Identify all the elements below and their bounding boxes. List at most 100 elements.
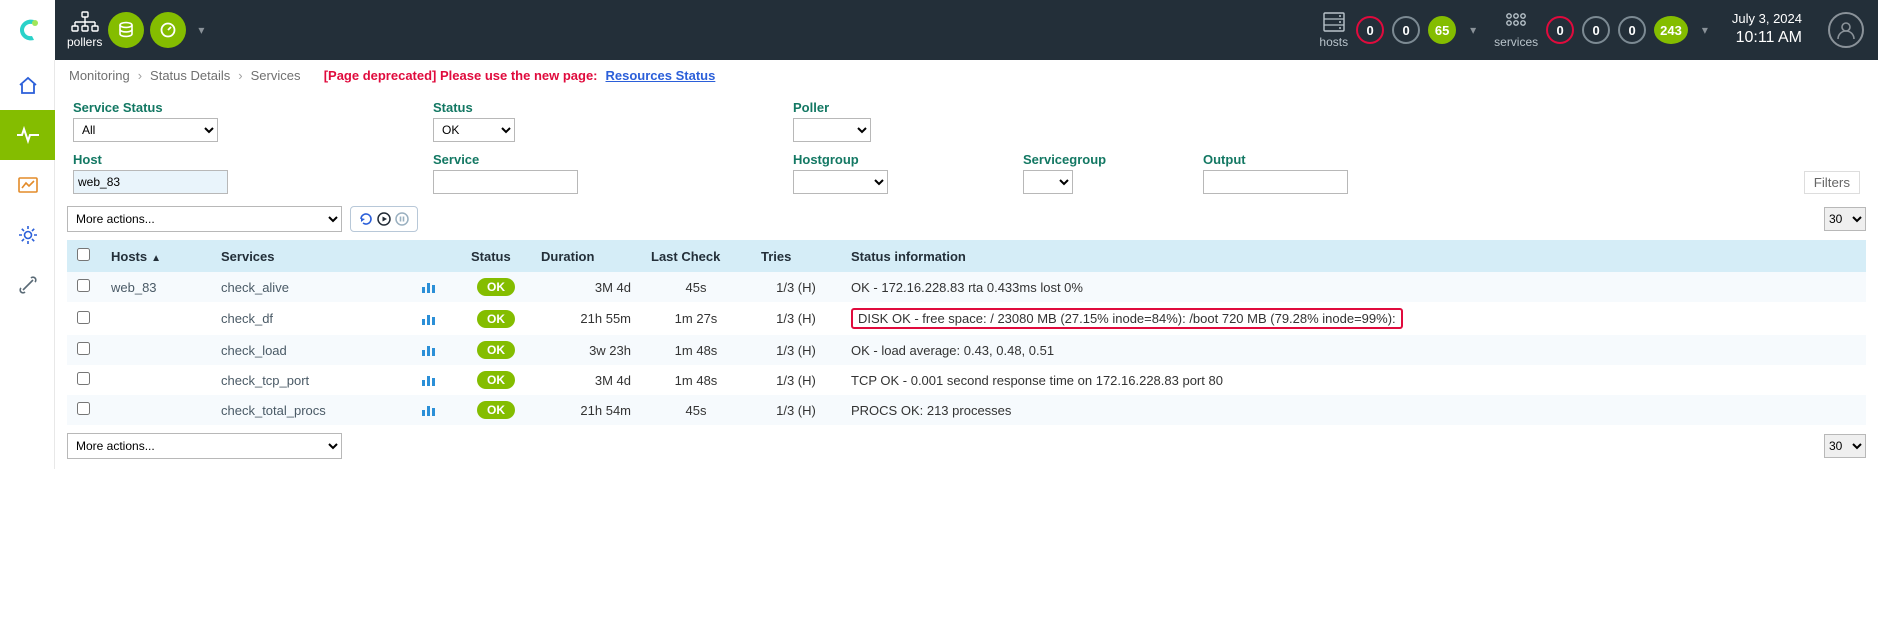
user-menu[interactable] [1828,12,1864,48]
time: 10:11 AM [1732,28,1802,49]
status-select[interactable]: OK [433,118,515,142]
graph-icon[interactable] [421,373,451,387]
date: July 3, 2024 [1732,11,1802,28]
latency-icon[interactable] [150,12,186,48]
logo[interactable] [0,0,55,60]
more-actions-select-bottom[interactable]: More actions... [67,433,342,459]
hosts-counters[interactable]: hosts 0 0 65 ▾ [1319,11,1476,49]
status-info-cell: OK - 172.16.228.83 rta 0.433ms lost 0% [841,272,1866,302]
sidebar-reports[interactable] [0,160,55,210]
sidebar-admin[interactable] [0,260,55,310]
network-icon [71,11,99,33]
refresh-icon[interactable] [357,210,375,228]
service-status-select[interactable]: All [73,118,218,142]
col-status[interactable]: Status [461,240,531,272]
service-link[interactable]: check_alive [221,280,289,295]
status-info-highlight: DISK OK - free space: / 23080 MB (27.15%… [851,308,1403,329]
hosts-down-count[interactable]: 0 [1356,16,1384,44]
deprecation-warning: [Page deprecated] Please use the new pag… [324,68,598,83]
select-all-checkbox[interactable] [77,248,90,261]
row-checkbox[interactable] [77,279,90,292]
resources-status-link[interactable]: Resources Status [606,68,716,83]
graph-icon[interactable] [421,280,451,294]
last-check-cell: 1m 48s [641,335,751,365]
graph-icon[interactable] [421,343,451,357]
hostgroup-select[interactable] [793,170,888,194]
svc-critical-count[interactable]: 0 [1546,16,1574,44]
tries-cell: 1/3 (H) [751,365,841,395]
poller-label: Poller [793,100,1023,115]
graph-icon[interactable] [421,312,451,326]
pollers-label: pollers [67,35,102,49]
chevron-down-icon[interactable]: ▾ [1470,23,1476,37]
host-link[interactable]: web_83 [111,280,157,295]
tries-cell: 1/3 (H) [751,335,841,365]
col-services[interactable]: Services [211,240,411,272]
service-input[interactable] [433,170,578,194]
sidebar-home[interactable] [0,60,55,110]
row-checkbox[interactable] [77,402,90,415]
filters-panel: Service Status All Host Status OK Servic… [55,92,1878,202]
svc-warn-count[interactable]: 0 [1582,16,1610,44]
host-label: Host [73,152,433,167]
status-label: Status [433,100,793,115]
tries-cell: 1/3 (H) [751,395,841,425]
table-row: check_tcp_portOK3M 4d1m 48s1/3 (H)TCP OK… [67,365,1866,395]
svc-ok-count[interactable]: 243 [1654,16,1688,44]
sidebar-monitoring[interactable] [0,110,55,160]
servicegroup-select[interactable] [1023,170,1073,194]
duration-cell: 21h 55m [531,302,641,335]
col-hosts[interactable]: Hosts▲ [101,240,211,272]
graph-icon[interactable] [421,403,451,417]
row-checkbox[interactable] [77,342,90,355]
bc-services[interactable]: Services [251,68,301,83]
table-row: web_83check_aliveOK3M 4d45s1/3 (H)OK - 1… [67,272,1866,302]
tries-cell: 1/3 (H) [751,302,841,335]
service-label: Service [433,152,793,167]
col-status-info[interactable]: Status information [841,240,1866,272]
services-counters[interactable]: services 0 0 0 243 ▾ [1494,11,1708,49]
database-icon[interactable] [108,12,144,48]
filters-button[interactable]: Filters [1804,171,1860,194]
hostgroup-label: Hostgroup [793,152,1023,167]
page-size-select[interactable]: 30 [1824,207,1866,231]
col-tries[interactable]: Tries [751,240,841,272]
status-info-cell: TCP OK - 0.001 second response time on 1… [841,365,1866,395]
status-badge: OK [477,371,515,389]
duration-cell: 3M 4d [531,272,641,302]
page-size-select-bottom[interactable]: 30 [1824,434,1866,458]
chevron-down-icon[interactable]: ▾ [198,23,204,37]
table-row: check_loadOK3w 23h1m 48s1/3 (H)OK - load… [67,335,1866,365]
play-icon[interactable] [375,210,393,228]
bc-monitoring[interactable]: Monitoring [69,68,130,83]
svc-unknown-count[interactable]: 0 [1618,16,1646,44]
service-link[interactable]: check_total_procs [221,403,326,418]
sidebar [0,60,55,469]
col-last-check[interactable]: Last Check [641,240,751,272]
output-input[interactable] [1203,170,1348,194]
col-duration[interactable]: Duration [531,240,641,272]
hosts-unreach-count[interactable]: 0 [1392,16,1420,44]
host-input[interactable] [73,170,228,194]
table-row: check_total_procsOK21h 54m45s1/3 (H)PROC… [67,395,1866,425]
grid-icon [1504,11,1528,33]
poller-select[interactable] [793,118,871,142]
hosts-up-count[interactable]: 65 [1428,16,1456,44]
row-checkbox[interactable] [77,372,90,385]
service-link[interactable]: check_load [221,343,287,358]
last-check-cell: 1m 27s [641,302,751,335]
service-link[interactable]: check_df [221,311,273,326]
service-status-label: Service Status [73,100,433,115]
service-link[interactable]: check_tcp_port [221,373,309,388]
status-badge: OK [477,341,515,359]
table-row: check_dfOK21h 55m1m 27s1/3 (H)DISK OK - … [67,302,1866,335]
server-icon [1322,11,1346,33]
row-checkbox[interactable] [77,311,90,324]
sidebar-config[interactable] [0,210,55,260]
bc-status-details[interactable]: Status Details [150,68,230,83]
pause-icon[interactable] [393,210,411,228]
chevron-down-icon[interactable]: ▾ [1702,23,1708,37]
status-badge: OK [477,401,515,419]
tries-cell: 1/3 (H) [751,272,841,302]
more-actions-select[interactable]: More actions... [67,206,342,232]
